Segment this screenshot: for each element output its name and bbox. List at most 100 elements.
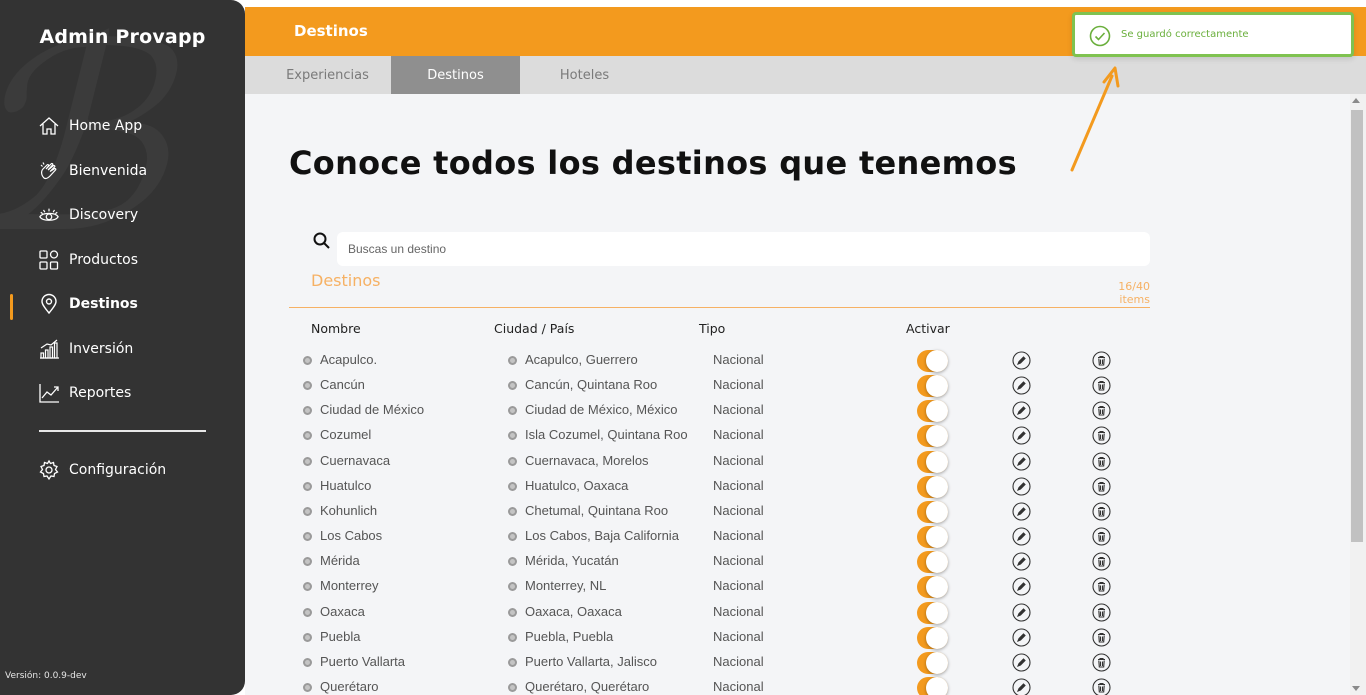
edit-pencil-icon[interactable] xyxy=(1012,477,1031,496)
waving-hand-icon xyxy=(38,160,60,182)
sidebar-item-productos[interactable]: Productos xyxy=(38,247,138,273)
activate-toggle[interactable] xyxy=(917,450,948,473)
sidebar-item-destinos[interactable]: Destinos xyxy=(38,291,138,317)
destination-name: Los Cabos xyxy=(320,528,383,544)
table-row: Acapulco. Acapulco, Guerrero Nacional xyxy=(245,349,1350,374)
bullet-icon xyxy=(303,682,312,692)
delete-trash-icon[interactable] xyxy=(1092,552,1111,571)
delete-trash-icon[interactable] xyxy=(1092,351,1111,370)
search-input[interactable] xyxy=(337,232,1150,266)
app-title: Admin Provapp xyxy=(39,26,206,48)
destination-name: Monterrey xyxy=(320,578,379,594)
bullet-icon xyxy=(303,557,312,567)
location-pin-icon xyxy=(38,293,60,315)
destination-type: Nacional xyxy=(713,578,764,594)
edit-pencil-icon[interactable] xyxy=(1012,426,1031,445)
column-header-type: Tipo xyxy=(699,321,726,336)
sidebar-item-reportes[interactable]: Reportes xyxy=(38,380,131,406)
edit-pencil-icon[interactable] xyxy=(1012,376,1031,395)
activate-toggle[interactable] xyxy=(917,400,948,423)
sidebar-item-configuracion[interactable]: Configuración xyxy=(38,457,166,483)
delete-trash-icon[interactable] xyxy=(1092,376,1111,395)
bullet-icon xyxy=(303,657,312,667)
bullet-icon xyxy=(508,481,517,491)
edit-pencil-icon[interactable] xyxy=(1012,527,1031,546)
delete-trash-icon[interactable] xyxy=(1092,527,1111,546)
home-icon xyxy=(38,115,60,137)
bullet-icon xyxy=(303,582,312,592)
toggle-knob xyxy=(926,500,948,523)
scroll-up-arrow-icon[interactable] xyxy=(1352,98,1360,103)
sidebar-item-label: Home App xyxy=(69,118,143,134)
edit-pencil-icon[interactable] xyxy=(1012,552,1031,571)
activate-toggle[interactable] xyxy=(917,576,948,599)
destination-name: Cancún xyxy=(320,377,365,393)
destination-type: Nacional xyxy=(713,477,764,493)
delete-trash-icon[interactable] xyxy=(1092,577,1111,596)
success-toast: Se guardó correctamente xyxy=(1072,12,1354,57)
search-icon[interactable] xyxy=(311,230,333,252)
destination-name: Cozumel xyxy=(320,427,372,443)
destination-city: Cancún, Quintana Roo xyxy=(525,377,658,393)
edit-pencil-icon[interactable] xyxy=(1012,351,1031,370)
table-row: Kohunlich Chetumal, Quintana Roo Naciona… xyxy=(245,500,1350,525)
table-row: Puerto Vallarta Puerto Vallarta, Jalisco… xyxy=(245,651,1350,676)
delete-trash-icon[interactable] xyxy=(1092,502,1111,521)
sidebar-item-bienvenida[interactable]: Bienvenida xyxy=(38,158,147,184)
edit-pencil-icon[interactable] xyxy=(1012,401,1031,420)
activate-toggle[interactable] xyxy=(917,375,948,398)
edit-pencil-icon[interactable] xyxy=(1012,653,1031,672)
activate-toggle[interactable] xyxy=(917,475,948,498)
activate-toggle[interactable] xyxy=(917,425,948,448)
bullet-icon xyxy=(508,431,517,441)
edit-pencil-icon[interactable] xyxy=(1012,452,1031,471)
sidebar-item-discovery[interactable]: Discovery xyxy=(38,202,138,228)
delete-trash-icon[interactable] xyxy=(1092,602,1111,622)
delete-trash-icon[interactable] xyxy=(1092,401,1111,420)
column-header-active: Activar xyxy=(906,321,950,336)
active-indicator xyxy=(10,294,13,320)
activate-toggle[interactable] xyxy=(917,526,948,549)
bullet-icon xyxy=(303,481,312,491)
activate-toggle[interactable] xyxy=(917,551,948,574)
activate-toggle[interactable] xyxy=(917,350,948,372)
delete-trash-icon[interactable] xyxy=(1092,628,1111,647)
edit-pencil-icon[interactable] xyxy=(1012,602,1031,622)
toggle-knob xyxy=(926,576,948,599)
edit-pencil-icon[interactable] xyxy=(1012,628,1031,647)
bullet-icon xyxy=(303,381,312,391)
toggle-knob xyxy=(926,601,948,624)
activate-toggle[interactable] xyxy=(917,651,948,674)
sidebar-item-inversion[interactable]: Inversión xyxy=(38,336,133,362)
delete-trash-icon[interactable] xyxy=(1092,452,1111,471)
bullet-icon xyxy=(508,632,517,642)
activate-toggle[interactable] xyxy=(917,626,948,649)
destination-name: Querétaro xyxy=(320,678,379,694)
activate-toggle[interactable] xyxy=(917,601,948,624)
destination-type: Nacional xyxy=(713,678,764,694)
bullet-icon xyxy=(303,406,312,416)
destination-type: Nacional xyxy=(713,452,764,468)
sidebar-item-label: Reportes xyxy=(69,385,132,401)
tab-hoteles[interactable]: Hoteles xyxy=(520,56,649,94)
tab-experiencias[interactable]: Experiencias xyxy=(263,56,392,94)
activate-toggle[interactable] xyxy=(917,676,948,695)
delete-trash-icon[interactable] xyxy=(1092,678,1111,695)
destination-name: Oaxaca xyxy=(320,603,365,619)
sidebar-item-label: Bienvenida xyxy=(69,163,148,179)
delete-trash-icon[interactable] xyxy=(1092,426,1111,445)
scroll-down-arrow-icon[interactable] xyxy=(1352,686,1360,691)
delete-trash-icon[interactable] xyxy=(1092,477,1111,496)
sidebar-item-home-app[interactable]: Home App xyxy=(38,113,142,139)
edit-pencil-icon[interactable] xyxy=(1012,678,1031,695)
table-row: Ciudad de México Ciudad de México, Méxic… xyxy=(245,399,1350,424)
edit-pencil-icon[interactable] xyxy=(1012,502,1031,521)
scrollbar-thumb[interactable] xyxy=(1351,110,1363,542)
toggle-knob xyxy=(926,626,948,649)
table-row: Puebla Puebla, Puebla Nacional xyxy=(245,626,1350,651)
destination-name: Ciudad de México xyxy=(320,402,425,418)
tab-destinos[interactable]: Destinos xyxy=(391,56,520,94)
activate-toggle[interactable] xyxy=(917,500,948,523)
delete-trash-icon[interactable] xyxy=(1092,653,1111,672)
edit-pencil-icon[interactable] xyxy=(1012,577,1031,596)
